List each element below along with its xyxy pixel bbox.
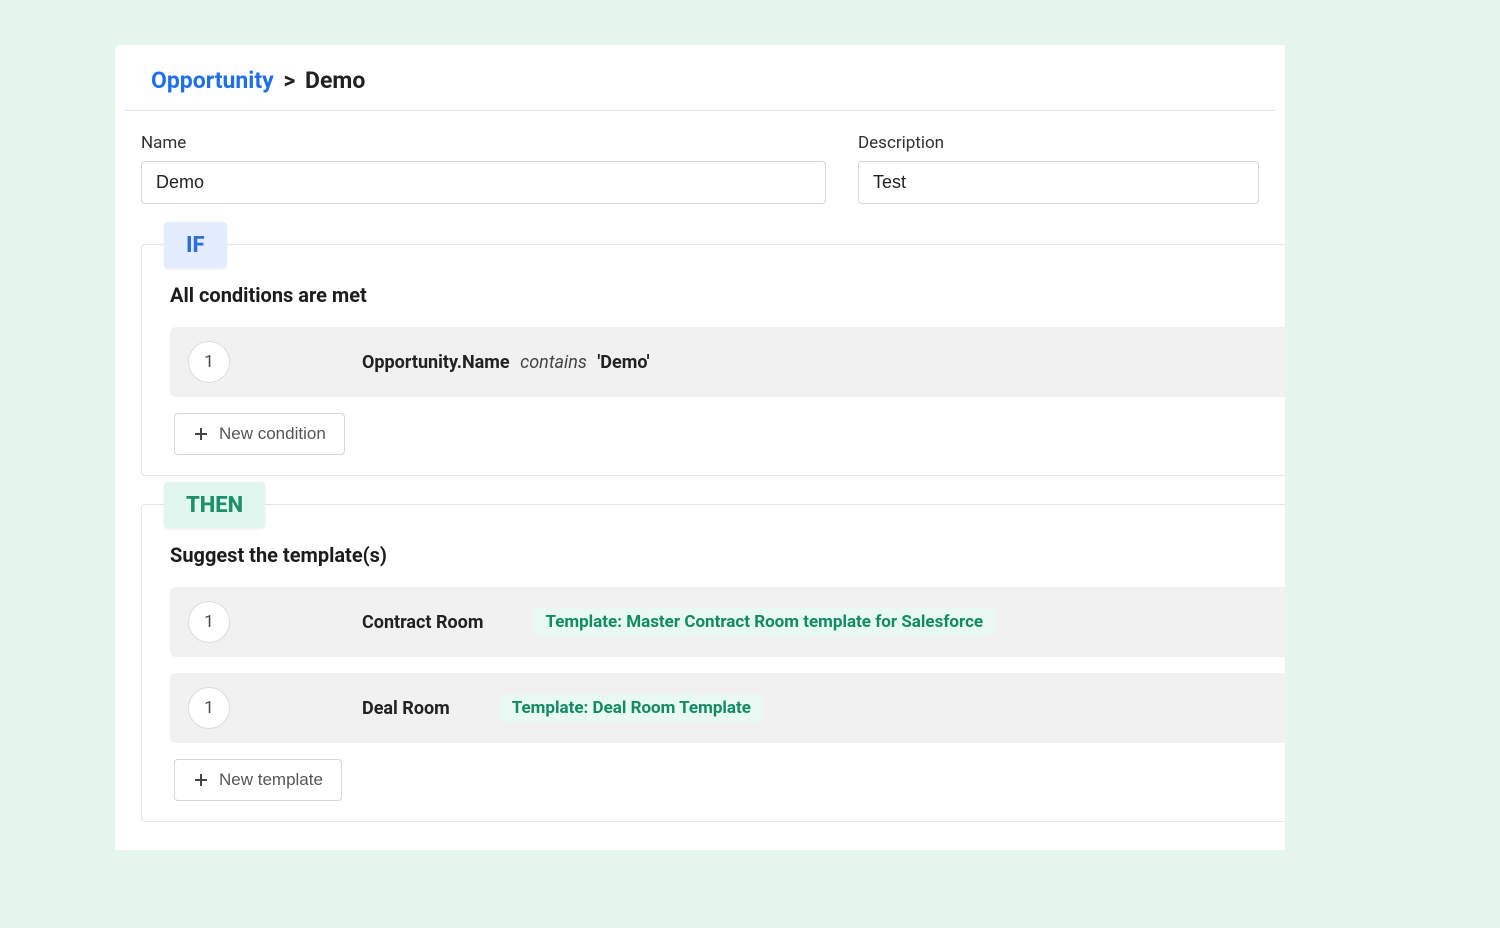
new-template-button[interactable]: New template: [174, 759, 342, 801]
condition-operator: contains: [514, 352, 593, 373]
name-input[interactable]: [141, 161, 826, 204]
condition-index: 1: [188, 341, 230, 383]
name-field-wrap: Name: [141, 133, 826, 204]
new-template-label: New template: [219, 770, 323, 790]
template-row[interactable]: 1 Deal Room Template: Deal Room Template: [170, 673, 1285, 743]
new-condition-label: New condition: [219, 424, 326, 444]
description-field-wrap: Description: [858, 133, 1259, 204]
breadcrumb-separator: >: [279, 67, 299, 94]
condition-field: Opportunity.Name: [362, 352, 510, 373]
breadcrumb-parent-link[interactable]: Opportunity: [151, 67, 274, 94]
then-title: Suggest the template(s): [170, 543, 1285, 567]
room-type-label: Contract Room: [362, 612, 483, 633]
name-label: Name: [141, 133, 826, 153]
template-pill: Template: Deal Room Template: [500, 694, 763, 722]
if-section: IF All conditions are met 1 Opportunity.…: [141, 244, 1285, 476]
new-condition-button[interactable]: New condition: [174, 413, 345, 455]
then-section: THEN Suggest the template(s) 1 Contract …: [141, 504, 1285, 822]
plus-icon: [193, 426, 209, 442]
breadcrumb-current: Demo: [305, 67, 365, 94]
description-label: Description: [858, 133, 1259, 153]
if-title: All conditions are met: [170, 283, 1285, 307]
template-index: 1: [188, 687, 230, 729]
template-index: 1: [188, 601, 230, 643]
condition-text: Opportunity.Name contains 'Demo': [362, 352, 649, 373]
template-pill: Template: Master Contract Room template …: [533, 608, 995, 636]
breadcrumb: Opportunity > Demo: [125, 45, 1275, 111]
header-form: Name Description: [115, 111, 1285, 224]
then-chip: THEN: [164, 482, 265, 528]
template-row[interactable]: 1 Contract Room Template: Master Contrac…: [170, 587, 1285, 657]
condition-row[interactable]: 1 Opportunity.Name contains 'Demo': [170, 327, 1285, 397]
condition-value: 'Demo': [597, 352, 649, 373]
room-type-label: Deal Room: [362, 698, 450, 719]
rule-editor-card: Opportunity > Demo Name Description IF A…: [115, 45, 1285, 850]
plus-icon: [193, 772, 209, 788]
description-input[interactable]: [858, 161, 1259, 204]
if-chip: IF: [164, 222, 227, 268]
